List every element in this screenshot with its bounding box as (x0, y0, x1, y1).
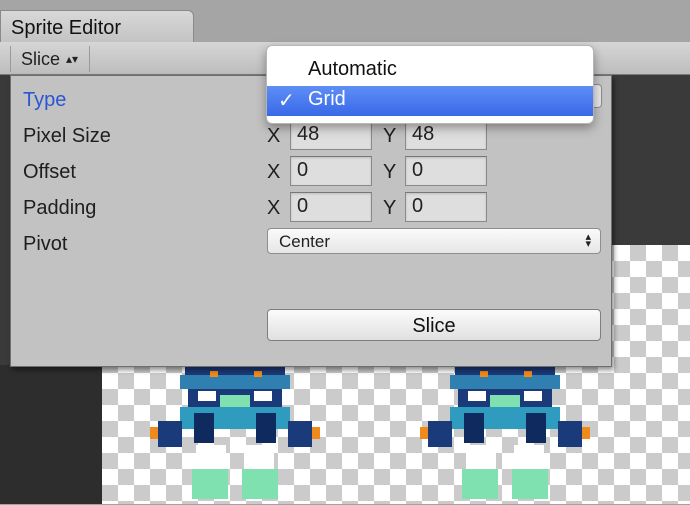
type-option-grid[interactable]: ✓ Grid (267, 86, 593, 116)
padding-y-field[interactable]: 0 (405, 192, 487, 222)
pixel-size-y-field[interactable]: 48 (405, 120, 487, 150)
tab-bar: Sprite Editor (0, 0, 690, 44)
chevron-updown-icon: ▴▾ (66, 52, 79, 66)
type-option-grid-label: Grid (308, 88, 346, 110)
robot-sprite-icon (420, 365, 590, 499)
checkmark-icon: ✓ (278, 90, 295, 112)
pivot-selected-value: Center (279, 232, 331, 251)
offset-y-label: Y (383, 161, 397, 183)
type-option-automatic[interactable]: Automatic (267, 56, 593, 86)
robot-sprite-icon (150, 365, 320, 499)
pivot-label: Pivot (23, 233, 68, 255)
type-label: Type (23, 89, 67, 111)
pixel-size-label: Pixel Size (23, 125, 111, 147)
padding-x-label: X (267, 197, 281, 219)
padding-label: Padding (23, 197, 97, 219)
offset-x-field[interactable]: 0 (290, 156, 372, 186)
slice-menu-label: Slice (21, 49, 61, 69)
offset-x-label: X (267, 161, 281, 183)
slice-menu-button[interactable]: Slice ▴▾ (10, 46, 90, 72)
offset-y-field[interactable]: 0 (405, 156, 487, 186)
tab-sprite-editor[interactable]: Sprite Editor (0, 10, 194, 44)
pixel-size-x-field[interactable]: 48 (290, 120, 372, 150)
padding-y-label: Y (383, 197, 397, 219)
pixel-size-x-label: X (267, 125, 281, 147)
slice-button[interactable]: Slice (267, 309, 601, 341)
type-dropdown-menu: Automatic ✓ Grid (266, 45, 594, 124)
pivot-select[interactable]: Center ▴ ▾ (267, 228, 601, 254)
pixel-size-y-label: Y (383, 125, 397, 147)
chevron-updown-icon: ▴▾ (585, 231, 591, 250)
offset-label: Offset (23, 161, 76, 183)
padding-x-field[interactable]: 0 (290, 192, 372, 222)
